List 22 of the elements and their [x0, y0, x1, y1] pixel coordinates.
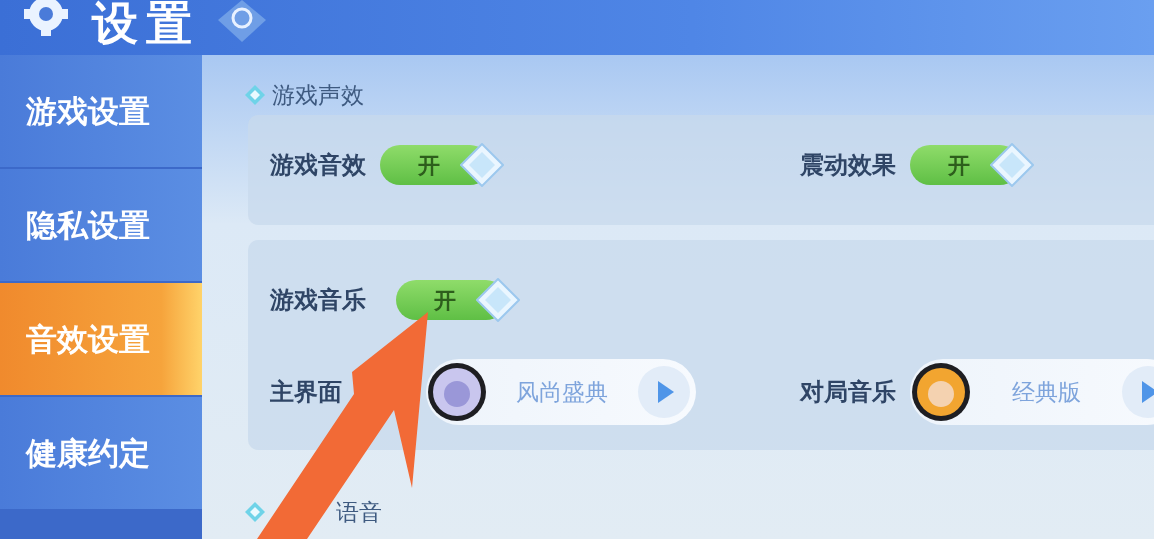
knob-icon[interactable]: [990, 143, 1034, 187]
page-title: 设置: [92, 0, 200, 46]
sidebar-tab[interactable]: 游戏设置: [0, 55, 202, 167]
section-title: 语音: [336, 497, 382, 527]
music-selector[interactable]: 风尚盛典: [426, 359, 696, 425]
setting-label: 对局音乐: [800, 377, 896, 408]
sidebar-tab[interactable]: 隐私设置: [0, 169, 202, 281]
setting-label: 游戏音效: [270, 150, 366, 181]
bullet-icon: [244, 501, 266, 523]
music-selector[interactable]: 经典版: [910, 359, 1154, 425]
section-title: 游戏声效: [272, 80, 364, 110]
setting-label: 游戏音乐: [270, 285, 366, 316]
setting-label: 主界面: [270, 377, 342, 408]
knob-icon[interactable]: [460, 143, 504, 187]
sidebar-tab[interactable]: 音效设置: [0, 283, 202, 395]
knob-icon[interactable]: [476, 278, 520, 322]
album-icon: [910, 361, 972, 423]
play-icon[interactable]: [636, 364, 692, 420]
album-icon: [426, 361, 488, 423]
sidebar-tab[interactable]: 健康约定: [0, 397, 202, 509]
bullet-icon: [244, 84, 266, 106]
setting-label: 震动效果: [800, 150, 896, 181]
